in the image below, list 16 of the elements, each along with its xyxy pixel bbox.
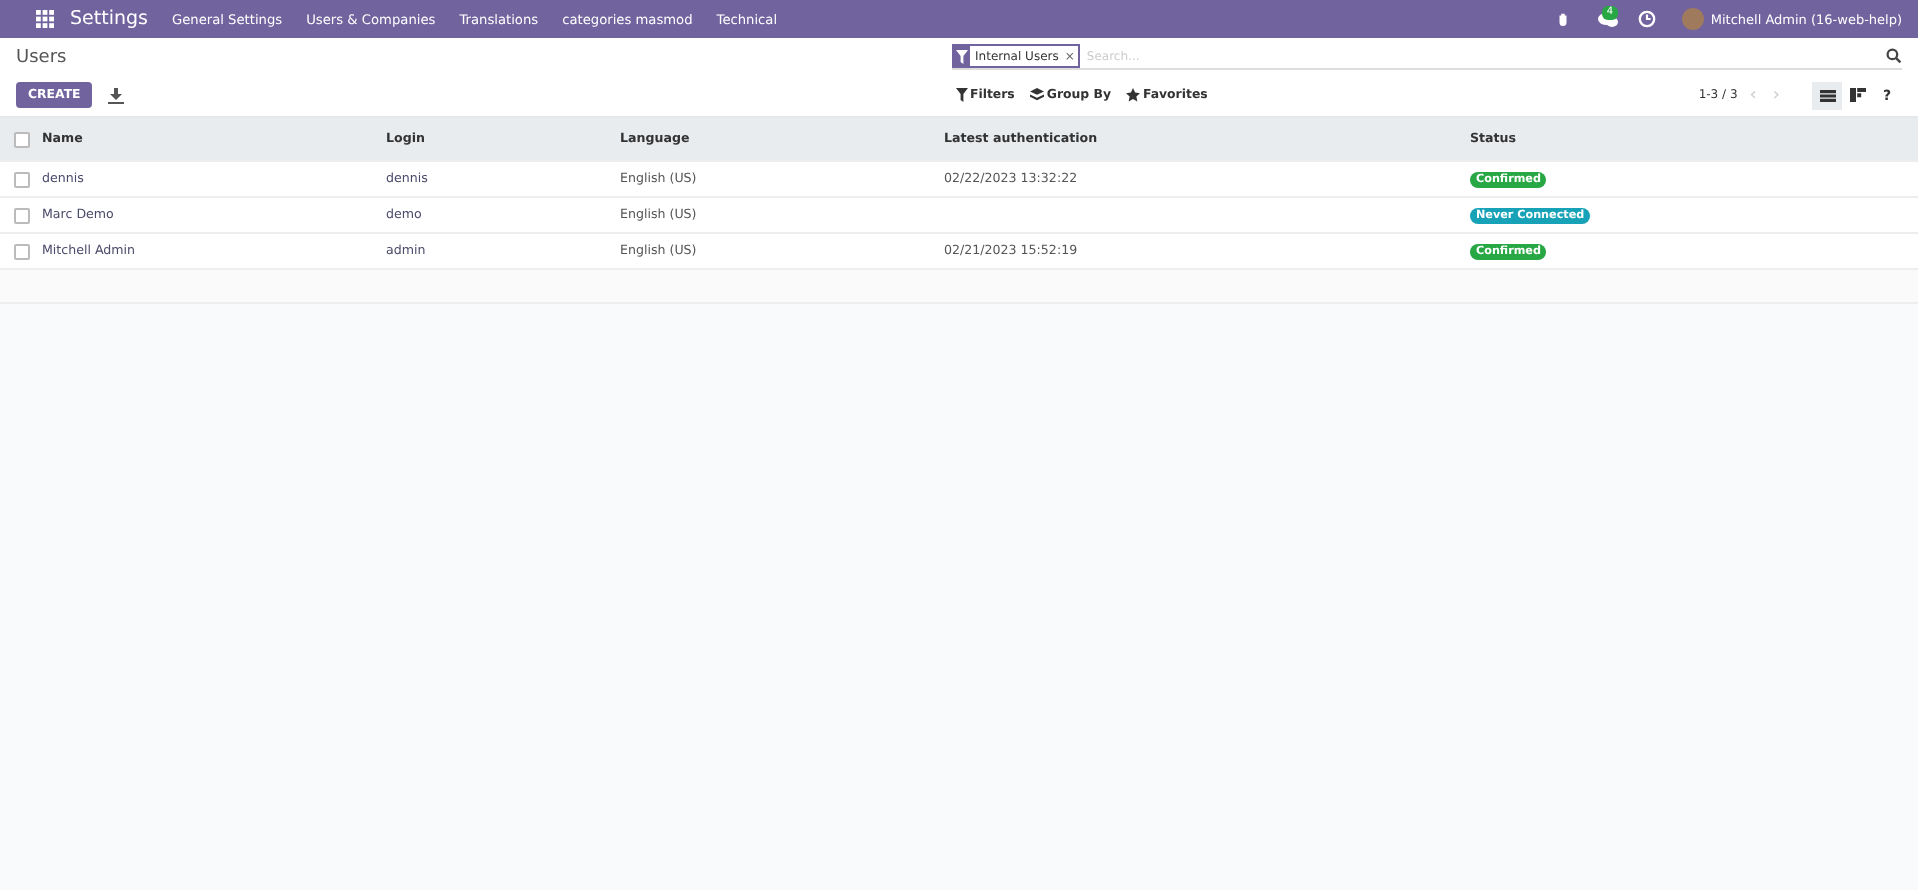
page-title: Users [16,47,69,67]
clock-icon[interactable] [1638,10,1657,28]
app-name[interactable]: Settings [70,8,148,30]
download-icon[interactable] [108,87,125,103]
search-icon[interactable] [1886,48,1902,64]
row-checkbox[interactable] [13,243,29,259]
list-icon [1819,89,1835,101]
filter-icon [956,88,968,102]
kanban-icon [1849,88,1865,102]
layers-icon [1030,88,1045,102]
row-checkbox[interactable] [13,207,29,223]
list-view-button[interactable] [1812,81,1842,109]
star-icon [1126,88,1141,102]
apps-grid-icon[interactable] [36,10,54,28]
select-all-checkbox[interactable] [13,131,29,147]
row-checkbox[interactable] [13,171,29,187]
